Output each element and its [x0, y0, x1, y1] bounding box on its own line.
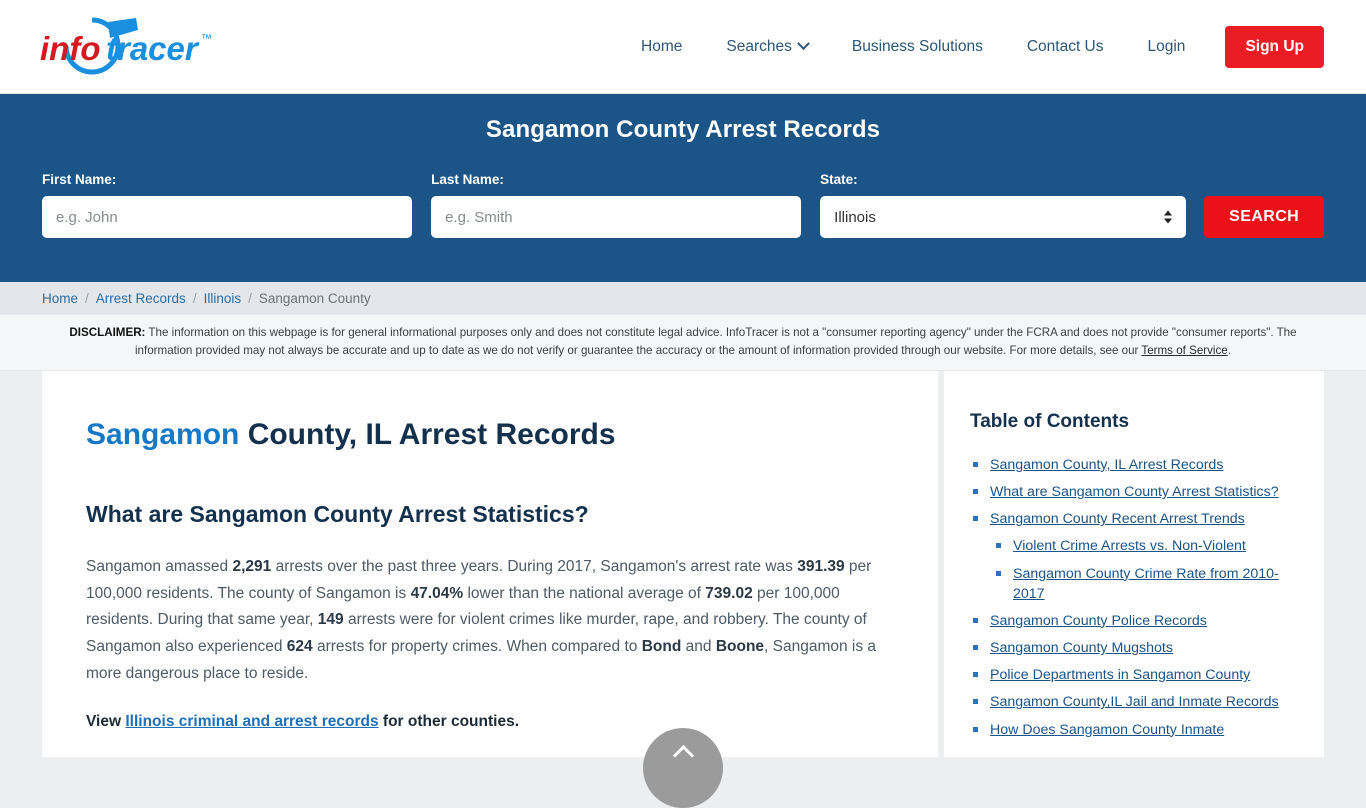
toc-item[interactable]: Sangamon County,IL Jail and Inmate Recor… [970, 692, 1292, 712]
toc-subitem[interactable]: Sangamon County Crime Rate from 2010-201… [970, 564, 1292, 604]
text-fragment: View [86, 713, 126, 731]
svg-text:info: info [40, 30, 100, 67]
stat-national-average: 739.02 [705, 584, 753, 602]
breadcrumb-item-arrest-records[interactable]: Arrest Records [96, 291, 186, 306]
toc-list: Sangamon County, IL Arrest Records What … [970, 455, 1292, 740]
breadcrumb-item-home[interactable]: Home [42, 291, 78, 306]
svg-text:™: ™ [201, 33, 212, 45]
statistics-paragraph: Sangamon amassed 2,291 arrests over the … [86, 554, 894, 687]
toc-subitem[interactable]: Violent Crime Arrests vs. Non-Violent [970, 536, 1292, 556]
stat-total-arrests: 2,291 [232, 557, 272, 575]
disclaimer-heading: DISCLAIMER: [69, 326, 146, 339]
last-name-group: Last Name: [431, 172, 802, 238]
last-name-label: Last Name: [431, 172, 504, 187]
svg-text:tracer: tracer [106, 30, 200, 67]
nav-item-login[interactable]: Login [1126, 28, 1208, 66]
toc-item[interactable]: Sangamon County Recent Arrest Trends [970, 509, 1292, 529]
text-fragment: Sangamon amassed [86, 557, 233, 575]
text-fragment: lower than the national average of [463, 584, 706, 602]
toc-link[interactable]: Sangamon County Police Records [990, 613, 1207, 629]
page-body: Sangamon County, IL Arrest Records What … [0, 370, 1366, 757]
table-of-contents-card: Table of Contents Sangamon County, IL Ar… [944, 370, 1324, 757]
stat-property-arrests: 624 [286, 637, 313, 655]
stat-arrest-rate: 391.39 [797, 557, 845, 575]
nav-item-searches[interactable]: Searches [704, 28, 829, 66]
chevron-up-icon [672, 744, 694, 767]
first-name-input[interactable] [42, 196, 413, 238]
main-navigation: Home Searches Business Solutions Contact… [619, 25, 1324, 68]
banner-title: Sangamon County Arrest Records [485, 116, 881, 143]
chevron-down-icon [796, 37, 810, 51]
toc-link[interactable]: What are Sangamon County Arrest Statisti… [990, 484, 1279, 500]
search-form: First Name: Last Name: State: SEARCH [42, 172, 1324, 238]
nav-label: Searches [726, 37, 792, 55]
state-label: State: [820, 172, 858, 187]
search-banner: Sangamon County Arrest Records First Nam… [0, 94, 1366, 282]
toc-link[interactable]: Sangamon County, IL Arrest Records [990, 457, 1223, 473]
breadcrumb-item-current: Sangamon County [258, 291, 371, 306]
nav-label: Contact Us [1026, 37, 1104, 55]
search-button[interactable]: SEARCH [1204, 196, 1324, 238]
breadcrumb: Home / Arrest Records / Illinois / Sanga… [0, 282, 1366, 315]
stat-violent-arrests: 149 [317, 611, 344, 629]
breadcrumb-separator: / [248, 291, 252, 306]
text-fragment: arrests over the past three years. Durin… [271, 557, 798, 575]
toc-title: Table of Contents [970, 410, 1130, 432]
page-title-accent: Sangamon [86, 417, 240, 451]
infotracer-logo[interactable]: info tracer ™ [38, 17, 238, 77]
nav-item-business-solutions[interactable]: Business Solutions [830, 28, 1005, 66]
scroll-to-top-button[interactable] [643, 728, 723, 808]
toc-item[interactable]: Sangamon County Police Records [970, 611, 1292, 631]
text-fragment: arrests for property crimes. When compar… [312, 637, 642, 655]
breadcrumb-separator: / [192, 291, 197, 306]
first-name-label: First Name: [42, 172, 117, 187]
toc-item[interactable]: How Does Sangamon County Inmate [970, 720, 1292, 740]
compare-county-boone: Boone [715, 637, 765, 655]
stat-percent-lower: 47.04% [410, 584, 464, 602]
text-fragment: for other counties. [378, 713, 519, 731]
compare-county-bond: Bond [641, 637, 682, 655]
toc-link[interactable]: Sangamon County,IL Jail and Inmate Recor… [990, 694, 1279, 710]
text-fragment: and [681, 637, 716, 655]
state-group: State: [820, 172, 1187, 238]
toc-link[interactable]: How Does Sangamon County Inmate [990, 722, 1224, 738]
site-header: info tracer ™ Home Searches Business Sol… [0, 0, 1366, 94]
terms-of-service-link[interactable]: Terms of Service [1141, 344, 1227, 357]
page-title: Sangamon County, IL Arrest Records [86, 417, 894, 453]
toc-item[interactable]: Police Departments in Sangamon County [970, 665, 1292, 685]
state-select[interactable] [820, 196, 1187, 238]
toc-link[interactable]: Sangamon County Recent Arrest Trends [990, 511, 1245, 527]
nav-label: Business Solutions [851, 37, 983, 55]
nav-label: Home [641, 37, 683, 55]
last-name-input[interactable] [431, 196, 802, 238]
first-name-group: First Name: [42, 172, 413, 238]
toc-link[interactable]: Violent Crime Arrests vs. Non-Violent [1013, 538, 1246, 554]
toc-link[interactable]: Sangamon County Crime Rate from 2010-201… [1013, 566, 1279, 602]
toc-item[interactable]: Sangamon County Mugshots [970, 638, 1292, 658]
main-content-card: Sangamon County, IL Arrest Records What … [42, 370, 938, 757]
toc-link[interactable]: Sangamon County Mugshots [990, 640, 1173, 656]
view-other-counties-line: View Illinois criminal and arrest record… [86, 713, 894, 731]
nav-item-contact-us[interactable]: Contact Us [1005, 28, 1126, 66]
breadcrumb-separator: / [85, 291, 89, 306]
nav-item-home[interactable]: Home [619, 28, 704, 66]
state-select-wrap [820, 196, 1187, 238]
toc-link[interactable]: Police Departments in Sangamon County [990, 667, 1250, 683]
illinois-records-link[interactable]: Illinois criminal and arrest records [125, 713, 378, 730]
disclaimer-banner: DISCLAIMER: The information on this webp… [0, 315, 1366, 371]
disclaimer-suffix: . [1227, 343, 1231, 357]
toc-item[interactable]: Sangamon County, IL Arrest Records [970, 455, 1292, 475]
toc-item[interactable]: What are Sangamon County Arrest Statisti… [970, 482, 1292, 502]
section-title-statistics: What are Sangamon County Arrest Statisti… [86, 500, 589, 527]
nav-label: Login [1147, 37, 1186, 55]
disclaimer-text: The information on this webpage is for g… [134, 326, 1297, 357]
breadcrumb-item-illinois[interactable]: Illinois [204, 291, 242, 306]
logo-graphic: info tracer ™ [40, 17, 212, 74]
sign-up-button[interactable]: Sign Up [1225, 25, 1324, 68]
page-title-rest: County, IL Arrest Records [239, 417, 616, 451]
